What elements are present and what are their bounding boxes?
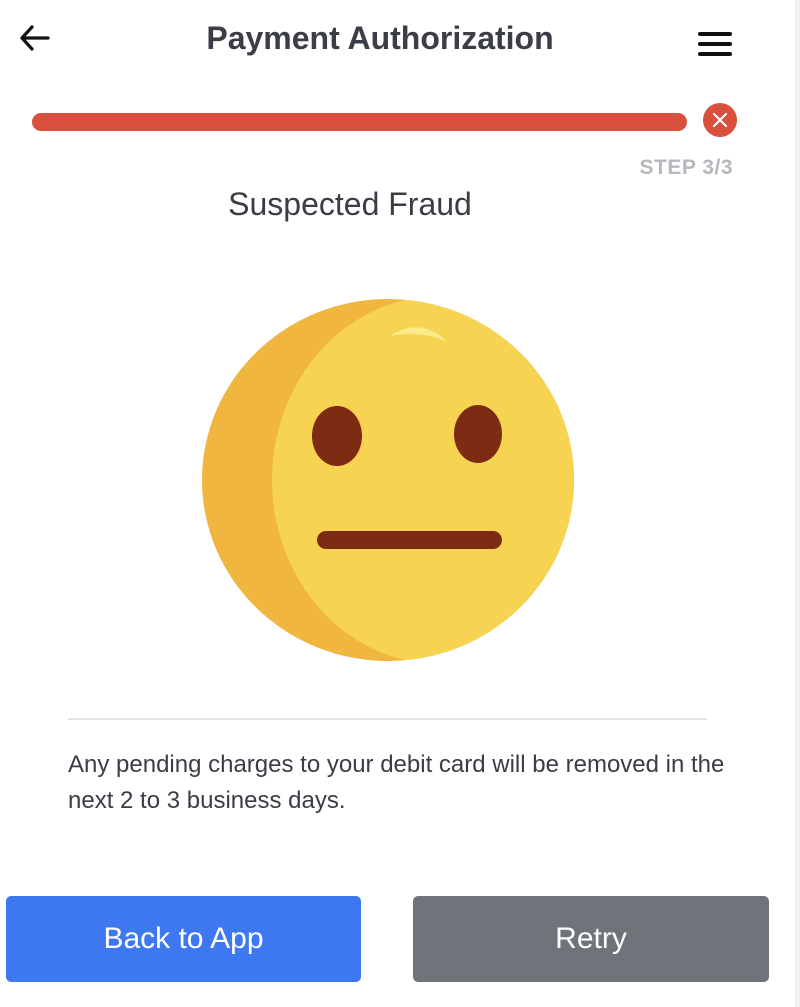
back-to-app-button[interactable]: Back to App [6, 896, 361, 982]
retry-label: Retry [555, 922, 627, 955]
hamburger-menu-icon [698, 32, 732, 36]
page-title: Payment Authorization [206, 20, 554, 56]
menu-button[interactable] [694, 24, 738, 64]
close-circle-icon [703, 103, 737, 137]
divider [68, 718, 707, 720]
back-to-app-label: Back to App [103, 922, 264, 955]
retry-button[interactable]: Retry [413, 896, 769, 982]
window-edge [795, 0, 800, 1007]
header: Payment Authorization [0, 0, 790, 84]
status-message: Any pending charges to your debit card w… [68, 751, 725, 814]
status-title: Suspected Fraud [228, 186, 472, 222]
neutral-face-emoji [202, 299, 574, 661]
step-indicator: STEP 3/3 [639, 156, 733, 179]
progress-bar [32, 113, 687, 131]
